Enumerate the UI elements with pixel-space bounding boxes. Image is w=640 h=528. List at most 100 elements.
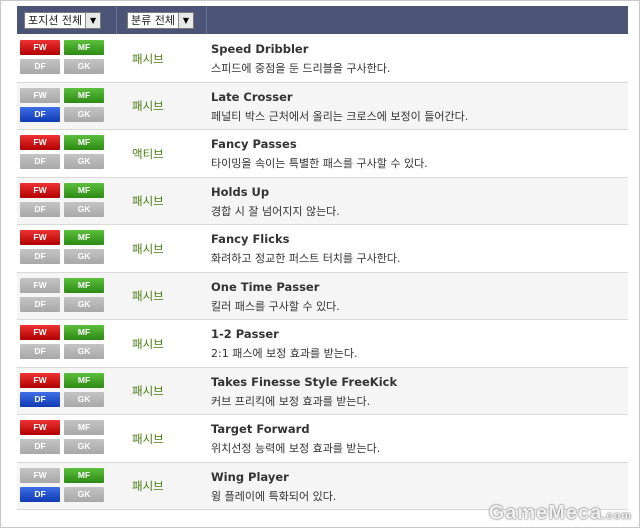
chevron-down-icon: ▼: [85, 12, 101, 28]
trait-description: 스피드에 중점을 둔 드리블을 구사한다.: [211, 62, 391, 75]
trait-name: Fancy Flicks: [211, 232, 290, 246]
position-badges: FW MF DF GK: [20, 372, 106, 407]
table-row: FW MF DF GK 패시브 One Time Passer 킬러 패스를 구사할 수 있…: [17, 272, 628, 320]
position-badge-mf: MF: [64, 135, 104, 150]
trait-list: FW MF DF GK 패시브 Speed Dribbler 스피드에 중점을 둔 드리블을…: [17, 35, 628, 510]
position-badges: FW MF DF GK: [20, 230, 106, 264]
trait-description: 페널티 박스 근처에서 올리는 크로스에 보정이 들어간다.: [211, 109, 469, 123]
position-badge-gk: GK: [64, 391, 104, 407]
position-badge-gk: GK: [64, 344, 104, 359]
table-row: FW MF DF GK 패시브 1-2 Passer 2:1 패스에 보정 효과를 받는다.: [17, 320, 628, 368]
position-badge-mf: MF: [64, 182, 104, 198]
position-badges: FW MF DF GK: [20, 182, 106, 217]
position-badges: FW MF DF GK: [20, 467, 106, 502]
position-badge-df: DF: [20, 486, 60, 502]
position-badge-fw: FW: [20, 372, 60, 388]
category-filter-cell: 분류 전체 ▼: [117, 6, 207, 34]
position-badge-fw: FW: [20, 135, 60, 150]
position-badges: FW MF DF GK: [20, 325, 106, 359]
trait-name: Takes Finesse Style FreeKick: [211, 374, 398, 389]
position-badge-fw: FW: [20, 277, 60, 293]
trait-description: 커브 프리킥에 보정 효과를 받는다.: [211, 394, 371, 408]
position-badge-df: DF: [20, 154, 60, 169]
position-badge-fw: FW: [20, 467, 60, 483]
table-row: FW MF DF GK 패시브 Holds Up 경합 시 잘 넘어지지 않는다.: [17, 177, 628, 225]
trait-name: Holds Up: [211, 184, 270, 199]
position-badge-fw: FW: [20, 230, 60, 245]
position-badge-fw: FW: [20, 40, 60, 55]
trait-type: 패시브: [132, 431, 164, 446]
watermark-logo: GameMeca.com: [488, 502, 632, 524]
chevron-down-icon: ▼: [177, 12, 193, 28]
position-badge-gk: GK: [64, 486, 104, 502]
trait-name: Fancy Passes: [211, 137, 297, 151]
position-badge-fw: FW: [20, 325, 60, 340]
position-badge-mf: MF: [64, 372, 104, 388]
trait-name: Target Forward: [211, 422, 310, 436]
position-badge-fw: FW: [20, 182, 60, 198]
category-filter-label: 분류 전체: [131, 14, 175, 27]
table-row: FW MF DF GK 패시브 Target Forward 위치선정 능력에 보정 효과를…: [17, 415, 628, 463]
trait-description: 윙 플레이에 특화되어 있다.: [211, 489, 337, 503]
position-badges: FW MF DF GK: [20, 277, 106, 312]
position-badge-df: DF: [20, 249, 60, 264]
position-filter-cell: 포지션 전체 ▼: [17, 6, 117, 34]
position-badge-mf: MF: [64, 40, 104, 55]
trait-name: Late Crosser: [211, 89, 293, 104]
position-badges: FW MF DF GK: [20, 87, 106, 122]
position-filter-select[interactable]: 포지션 전체 ▼: [24, 11, 102, 29]
position-badge-mf: MF: [64, 277, 104, 293]
position-badges: FW MF DF GK: [20, 135, 106, 169]
trait-name: 1-2 Passer: [211, 327, 279, 341]
position-badge-df: DF: [20, 391, 60, 407]
trait-description: 위치선정 능력에 보정 효과를 받는다.: [211, 442, 381, 455]
table-row: FW MF DF GK 액티브 Fancy Passes 타이밍을 속이는 특별한 패스를 …: [17, 130, 628, 178]
position-badge-gk: GK: [64, 154, 104, 169]
trait-name: One Time Passer: [211, 279, 320, 294]
trait-type: 패시브: [132, 479, 164, 493]
position-badge-fw: FW: [20, 87, 60, 103]
trait-type: 패시브: [132, 99, 164, 113]
position-badge-df: DF: [20, 344, 60, 359]
table-row: FW MF DF GK 패시브 Late Crosser 페널티 박스 근처에서 올리는 크…: [17, 82, 628, 130]
position-badge-gk: GK: [64, 59, 104, 74]
filter-header: 포지션 전체 ▼ 분류 전체 ▼: [17, 6, 628, 34]
trait-type: 액티브: [132, 146, 164, 161]
position-badge-mf: MF: [64, 87, 104, 103]
trait-name: Wing Player: [211, 469, 289, 484]
position-badge-df: DF: [20, 106, 60, 122]
position-badge-df: DF: [20, 201, 60, 217]
table-row: FW MF DF GK 패시브 Speed Dribbler 스피드에 중점을 둔 드리블을…: [17, 35, 628, 83]
trait-type: 패시브: [132, 194, 164, 208]
position-filter-label: 포지션 전체: [28, 14, 83, 27]
trait-type: 패시브: [132, 336, 164, 351]
position-badge-mf: MF: [64, 420, 104, 435]
position-badge-gk: GK: [64, 439, 104, 454]
position-badge-gk: GK: [64, 249, 104, 264]
position-badge-gk: GK: [64, 201, 104, 217]
trait-type: 패시브: [132, 241, 164, 256]
trait-description: 2:1 패스에 보정 효과를 받는다.: [211, 347, 358, 360]
trait-name: Speed Dribbler: [211, 42, 309, 56]
position-badges: FW MF DF GK: [20, 40, 106, 74]
trait-type: 패시브: [132, 289, 164, 303]
trait-description: 킬러 패스를 구사할 수 있다.: [211, 299, 340, 313]
position-badge-fw: FW: [20, 420, 60, 435]
table-row: FW MF DF GK 패시브 Fancy Flicks 화려하고 정교한 퍼스트 터치를 …: [17, 225, 628, 273]
position-badge-df: DF: [20, 439, 60, 454]
position-badge-mf: MF: [64, 467, 104, 483]
position-badge-mf: MF: [64, 325, 104, 340]
position-badge-df: DF: [20, 59, 60, 74]
position-badge-df: DF: [20, 296, 60, 312]
position-badge-gk: GK: [64, 106, 104, 122]
position-badges: FW MF DF GK: [20, 420, 106, 454]
position-badge-mf: MF: [64, 230, 104, 245]
trait-description: 타이밍을 속이는 특별한 패스를 구사할 수 있다.: [211, 157, 428, 170]
trait-type: 패시브: [132, 384, 164, 398]
trait-type: 패시브: [132, 51, 164, 66]
trait-description: 경합 시 잘 넘어지지 않는다.: [211, 204, 340, 218]
position-badge-gk: GK: [64, 296, 104, 312]
table-row: FW MF DF GK 패시브 Takes Finesse Style FreeKick 커…: [17, 367, 628, 415]
trait-description: 화려하고 정교한 퍼스트 터치를 구사한다.: [211, 252, 401, 265]
category-filter-select[interactable]: 분류 전체 ▼: [127, 11, 194, 29]
